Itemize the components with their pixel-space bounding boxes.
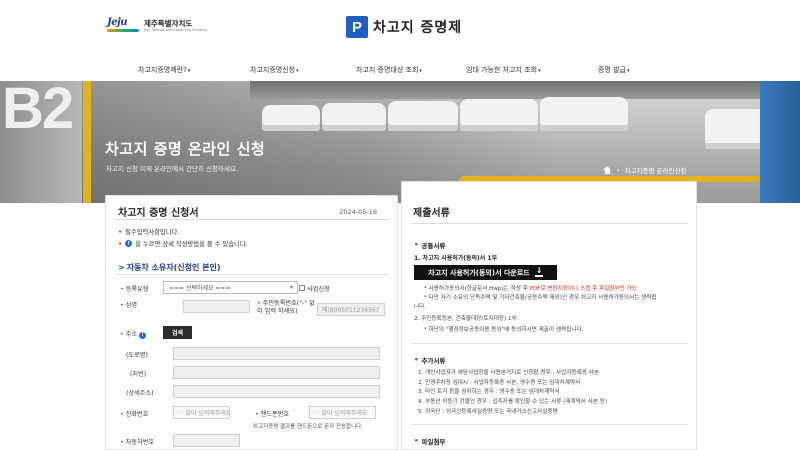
download-consent-form-button[interactable]: 차고지 사용허가(동의)서 다운로드 [414,265,557,280]
name-input[interactable] [183,300,250,313]
info-note-text: 을 누르면 상세 작성방법을 볼 수 있습니다. [135,241,248,248]
download-button-label: 차고지 사용허가(동의)서 다운로드 [428,268,530,277]
hero-ceiling [250,81,800,99]
hero-pillar-text: B2 [2,81,74,141]
info-icon: ! [139,331,147,339]
breadcrumb-current: 차고지증명 온라인신청 [624,167,687,175]
info-icon: ! [125,240,133,247]
required-note-text: 필수입력사항입니다. [125,229,180,236]
breadcrumb-separator: › [617,166,620,174]
hero-subtitle: 차고지 신청 이제 온라인에서 간단히 신청하세요. [106,165,238,173]
business-label: 사업신청 [307,286,330,293]
doc-item-2-note: * 하단의 "행정정보공동이용 동의"에 동의하시면 제출이 생략됩니다. [424,327,584,333]
site-brand[interactable]: P 차고지 증명제 [346,15,462,39]
jeju-logo-word: Jeju [107,17,127,28]
nav-item-target-lookup[interactable]: 차고지 증명대상 조회 [356,65,422,75]
mobile-input[interactable]: '-' 없이 입력해주세요 [309,406,376,419]
jeju-logo[interactable]: Jeju [107,17,141,35]
business-checkbox[interactable] [299,285,305,291]
reg-type-label: • 등록유형 [120,286,149,293]
hero-title: 차고지 증명 온라인 신청 [105,140,266,158]
car-number-label: • 자동차번호 [120,439,155,446]
home-icon[interactable] [603,166,612,174]
application-form: 차고지 증명 신청서 2024-05-16 • 필수입력사항입니다. • ! 을… [105,195,398,450]
lot-address-input[interactable] [173,366,380,379]
doc-item-2-title: 2. 주민등록등본, 건축물대장(토지대장) 1부. [414,316,519,322]
info-note: • ! 을 누르면 상세 작성방법을 볼 수 있습니다. [118,239,248,249]
hero-car [262,105,320,131]
extra-doc-item: 4. 부동산 미등기 건물인 경우 : 입주자를 확인할 수 있는 서류 (재계… [418,399,608,405]
extra-doc-item: 3. 타인 토지 등을 임차하는 경우 : 영수증 또는 임대차계약서 [418,389,560,395]
attach-heading: • 파일첨부 [414,437,446,446]
nav-item-about[interactable]: 차고지증명제란? [138,65,190,75]
divider [116,219,389,220]
extra-doc-item: 1. 개인사업자가 해당사업장을 사용본거지로 신청할 경우 : 사업자등록증 … [418,370,599,376]
name-label: • 성명 [120,302,138,309]
required-marker-icon: • [118,227,123,236]
detail-address-input[interactable] [173,385,380,398]
required-note: • 필수입력사항입니다. [118,227,180,237]
nav-item-rental-lookup[interactable]: 임대 가능한 차고지 조회 [466,65,541,75]
extra-docs-heading: • 추가서류 [414,356,446,365]
section-title-text: 자동차 소유자(신청인 본인) [126,263,221,272]
doc-item-1-note: * 사용허가동의서(한글문서.Hwp)는 작성 후 PDF로 변환저장이나 스캔… [424,286,637,292]
hero-car [388,101,458,131]
common-docs-heading: • 공통서류 [414,241,446,250]
doc-item-1-note-2: * 다만 자기 소유의 단독주택 및 기타건축물(공동주택 제외)인 경우 차고… [424,295,657,301]
divider [411,223,688,224]
lot-label: (지번) [130,371,147,378]
phone-label: • 전화번호 [120,411,149,418]
section-title: > 자동차 소유자(신청인 본인) [118,262,221,273]
reg-type-select[interactable]: === 선택하세요 === [163,281,298,294]
hero-stripe [83,81,91,203]
main-nav: 차고지증명제란? 차고지증명신청 차고지 증명대상 조회 임대 가능한 차고지 … [0,59,800,81]
extra-doc-item: 2. 민영주차장 임대시 : 사업자등록증 사본, 영수증 또는 임대차계약서 [418,380,581,386]
hero-car [322,103,386,131]
nav-item-apply[interactable]: 차고지증명신청 [250,65,299,75]
address-label: • 주소 ! [120,329,147,339]
chevron-right-icon: > [118,263,125,272]
extra-doc-item: 5. 외국인 : 외국인등록사실증명 또는 국내거소신고사실증명 [418,409,558,415]
form-title: 차고지 증명 신청서 [118,208,199,219]
form-date: 2024-05-16 [339,208,377,216]
hero-right-pillar [760,81,800,203]
divider [116,274,389,275]
rrn-label: • 주민등록번호("-" 없이 입력 하세요) [257,300,315,315]
mobile-label: • 핸드폰번호 [255,411,290,418]
hero-car [460,99,538,131]
jeju-logo-swoosh [107,29,139,32]
address-search-button[interactable]: 검색 [163,326,192,339]
site-title: 차고지 증명제 [373,20,463,36]
doc-item-1-title: 1. 차고지 사용허가(동의)서 1부 [414,255,498,262]
divider [411,424,688,425]
site-header: Jeju 제주특별자치도 Jeju Special Self-Governing… [0,0,800,55]
rrn-input[interactable]: 예)8005011234567 [317,303,385,316]
required-documents-panel: 제출서류 • 공통서류 1. 차고지 사용허가(동의)서 1부 차고지 사용허가(… [401,181,697,450]
bullet-icon: • [118,239,123,248]
nav-item-issuance[interactable]: 증명 발급 [598,65,630,75]
parking-icon: P [346,16,368,38]
breadcrumb: › 차고지증명 온라인신청 [603,165,686,175]
phone-input[interactable]: '-' 없이 입력해주세요 [173,406,230,419]
mobile-note: 차고지증명 결과를 핸드폰으로 문자 전송합니다. [253,424,363,430]
province-name-en: Jeju Special Self-Governing Province [144,28,208,32]
download-icon [534,266,543,277]
detail-label: (상세주소) [126,390,154,397]
docs-title: 제출서류 [413,208,450,219]
road-label: (도로명) [126,352,148,359]
car-number-input[interactable] [173,434,240,447]
divider [411,343,688,344]
hero-car [540,97,628,131]
doc-item-1-note-3: 니다. [414,304,427,310]
road-address-input[interactable] [173,347,380,360]
hero-car [705,109,765,149]
